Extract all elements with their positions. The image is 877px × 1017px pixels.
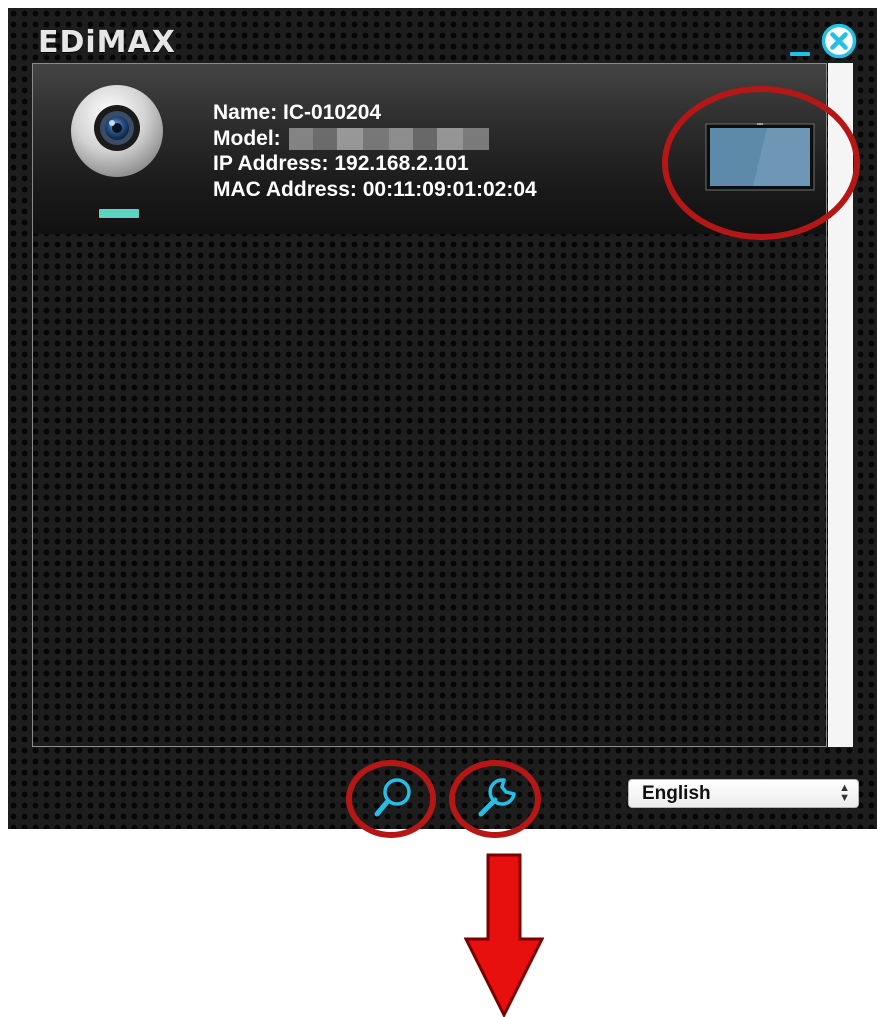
select-arrows-icon: ▲ ▼ <box>839 782 850 804</box>
title-bar: EDiMAX <box>8 8 877 68</box>
language-select[interactable]: English ▲ ▼ <box>628 779 859 808</box>
minimize-button[interactable] <box>788 28 812 58</box>
device-model-line: Model: <box>213 126 537 152</box>
device-name: Name: IC-010204 <box>213 101 382 124</box>
edimax-logo: EDiMAX <box>38 25 176 60</box>
device-ip-address: IP Address: 192.168.2.101 <box>213 152 469 175</box>
device-model-label: Model: <box>213 126 281 150</box>
highlight-ring-search <box>346 760 436 838</box>
device-mac-address: MAC Address: 00:11:09:01:02:04 <box>213 177 537 201</box>
close-icon[interactable] <box>820 22 858 60</box>
online-status-indicator <box>99 209 139 218</box>
language-selected-value: English <box>642 783 711 804</box>
highlight-ring-screen <box>662 86 860 240</box>
webcam-icon <box>71 85 163 177</box>
down-arrow-icon <box>464 853 544 1017</box>
device-model-obscured <box>288 127 489 150</box>
device-info: Name: IC-010204 Model: IP Address: 192.1… <box>213 100 537 202</box>
highlight-ring-settings <box>449 760 541 838</box>
